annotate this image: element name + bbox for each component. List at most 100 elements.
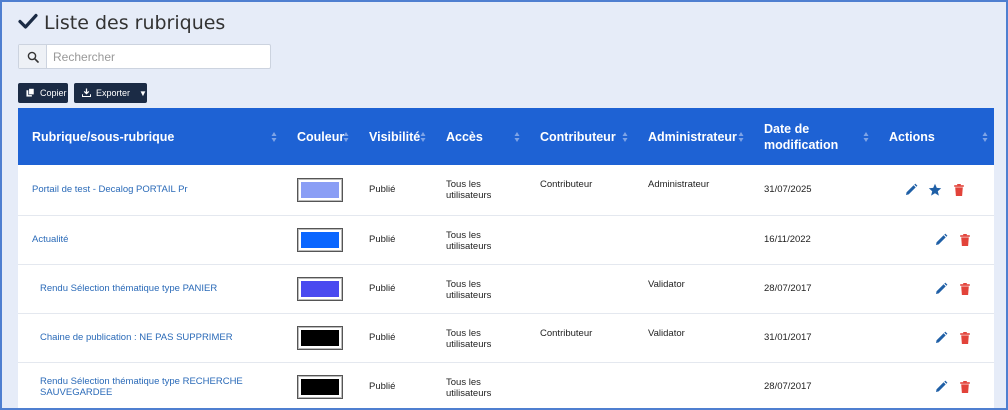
cell-acces: Tous les utilisateurs bbox=[446, 376, 492, 399]
color-swatch bbox=[297, 276, 343, 301]
table-row: Portail de test - Decalog PORTAIL Pr Publ… bbox=[18, 165, 994, 215]
header-date-modification[interactable]: Date de modification bbox=[750, 108, 875, 165]
cell-rubrique: Actualité bbox=[18, 215, 283, 264]
cell-rubrique: Rendu Sélection thématique type RECHERCH… bbox=[18, 362, 283, 408]
edit-icon[interactable] bbox=[934, 233, 948, 247]
search-icon[interactable] bbox=[19, 45, 47, 68]
color-swatch bbox=[297, 374, 343, 399]
edit-icon[interactable] bbox=[934, 331, 948, 345]
cell-actions bbox=[875, 165, 994, 215]
cell-couleur bbox=[283, 313, 355, 362]
color-swatch bbox=[297, 177, 343, 202]
copy-icon bbox=[26, 87, 35, 99]
cell-rubrique: Rendu Sélection thématique type PANIER bbox=[18, 264, 283, 313]
cell-date-modification: 16/11/2022 bbox=[764, 234, 811, 245]
cell-visibilite: Publié bbox=[369, 184, 396, 196]
download-icon bbox=[81, 87, 92, 99]
header-acces[interactable]: Accès bbox=[432, 108, 526, 165]
cell-administrateur bbox=[634, 215, 750, 264]
cell-actions bbox=[875, 362, 994, 408]
header-label: Contributeur bbox=[540, 129, 616, 144]
header-label: Accès bbox=[446, 129, 483, 144]
cell-date-modification: 28/07/2017 bbox=[764, 283, 812, 294]
cell-visibilite: Publié bbox=[369, 332, 396, 343]
cell-couleur bbox=[283, 362, 355, 408]
edit-icon[interactable] bbox=[934, 380, 948, 394]
cell-contributeur bbox=[526, 215, 634, 264]
page-frame: Liste des rubriques Copier Exporter ▼ Ru… bbox=[0, 0, 1008, 410]
rubrique-link[interactable]: Portail de test - Decalog PORTAIL Pr bbox=[32, 184, 188, 195]
cell-visibilite: Publié bbox=[369, 234, 396, 245]
header-administrateur[interactable]: Administrateur bbox=[634, 108, 750, 165]
chevron-down-icon: ▼ bbox=[139, 88, 147, 98]
export-button[interactable]: Exporter ▼ bbox=[74, 83, 147, 103]
cell-contributeur: Contributeur bbox=[540, 179, 593, 190]
copy-button-label: Copier bbox=[40, 88, 67, 98]
cell-contributeur bbox=[526, 264, 634, 313]
row-actions bbox=[889, 282, 994, 296]
cell-couleur bbox=[283, 264, 355, 313]
header-label: Rubrique/sous-rubrique bbox=[32, 129, 175, 144]
header-visibilite[interactable]: Visibilité bbox=[355, 108, 432, 165]
cell-rubrique: Portail de test - Decalog PORTAIL Pr bbox=[18, 165, 283, 215]
color-swatch bbox=[297, 325, 343, 350]
cell-administrateur bbox=[634, 362, 750, 408]
cell-date-modification: 31/01/2017 bbox=[764, 332, 812, 343]
header-label: Administrateur bbox=[648, 129, 737, 144]
cell-acces: Tous les utilisateurs bbox=[446, 327, 492, 350]
cell-actions bbox=[875, 264, 994, 313]
cell-contributeur bbox=[526, 362, 634, 408]
table-header-row: Rubrique/sous-rubrique Couleur Visibilité A… bbox=[18, 108, 994, 165]
cell-administrateur: Validator bbox=[648, 278, 685, 290]
cell-date-modification: 31/07/2025 bbox=[764, 184, 812, 196]
cell-acces: Tous les utilisateurs bbox=[446, 229, 492, 252]
cell-couleur bbox=[283, 215, 355, 264]
cell-visibilite: Publié bbox=[369, 381, 396, 392]
header-label: Date de modification bbox=[764, 121, 839, 152]
header-rubrique[interactable]: Rubrique/sous-rubrique bbox=[18, 108, 283, 165]
header-couleur[interactable]: Couleur bbox=[283, 108, 355, 165]
cell-actions bbox=[875, 313, 994, 362]
checkmark-icon bbox=[18, 11, 38, 36]
cell-visibilite: Publié bbox=[369, 283, 396, 294]
header-contributeur[interactable]: Contributeur bbox=[526, 108, 634, 165]
cell-acces: Tous les utilisateurs bbox=[446, 179, 492, 201]
trash-icon[interactable] bbox=[958, 380, 972, 394]
cell-date-modification: 28/07/2017 bbox=[764, 381, 812, 392]
cell-rubrique: Chaine de publication : NE PAS SUPPRIMER bbox=[18, 313, 283, 362]
trash-icon[interactable] bbox=[958, 331, 972, 345]
rubriques-table: Rubrique/sous-rubrique Couleur Visibilité A… bbox=[18, 108, 994, 408]
row-actions bbox=[889, 183, 994, 197]
star-icon[interactable] bbox=[928, 183, 942, 197]
search-input[interactable] bbox=[47, 45, 270, 68]
trash-icon[interactable] bbox=[958, 282, 972, 296]
cell-actions bbox=[875, 215, 994, 264]
rubrique-link[interactable]: Rendu Sélection thématique type RECHERCH… bbox=[40, 376, 243, 398]
trash-icon[interactable] bbox=[958, 233, 972, 247]
edit-icon[interactable] bbox=[904, 183, 918, 197]
header-label: Actions bbox=[889, 129, 935, 144]
cell-acces: Tous les utilisateurs bbox=[446, 278, 492, 301]
row-actions bbox=[889, 233, 994, 247]
rubrique-link[interactable]: Chaine de publication : NE PAS SUPPRIMER bbox=[40, 332, 233, 343]
page-title-text: Liste des rubriques bbox=[44, 12, 226, 34]
trash-icon[interactable] bbox=[952, 183, 966, 197]
table-row: Rendu Sélection thématique type PANIER Pu… bbox=[18, 264, 994, 313]
copy-button[interactable]: Copier bbox=[18, 83, 68, 103]
cell-administrateur: Administrateur bbox=[648, 179, 710, 190]
page-title: Liste des rubriques bbox=[18, 10, 225, 36]
header-label: Couleur bbox=[297, 129, 345, 144]
rubrique-link[interactable]: Rendu Sélection thématique type PANIER bbox=[40, 283, 217, 294]
rubrique-link[interactable]: Actualité bbox=[32, 234, 68, 245]
row-actions bbox=[889, 380, 994, 394]
header-actions: Actions bbox=[875, 108, 994, 165]
table-row: Actualité Publié Tous les utilisateurs 16/1… bbox=[18, 215, 994, 264]
cell-contributeur: Contributeur bbox=[540, 327, 593, 339]
edit-icon[interactable] bbox=[934, 282, 948, 296]
color-swatch bbox=[297, 227, 343, 252]
row-actions bbox=[889, 331, 994, 345]
search-box bbox=[18, 44, 271, 69]
table-row: Rendu Sélection thématique type RECHERCH… bbox=[18, 362, 994, 408]
cell-couleur bbox=[283, 165, 355, 215]
export-button-label: Exporter bbox=[96, 88, 131, 98]
